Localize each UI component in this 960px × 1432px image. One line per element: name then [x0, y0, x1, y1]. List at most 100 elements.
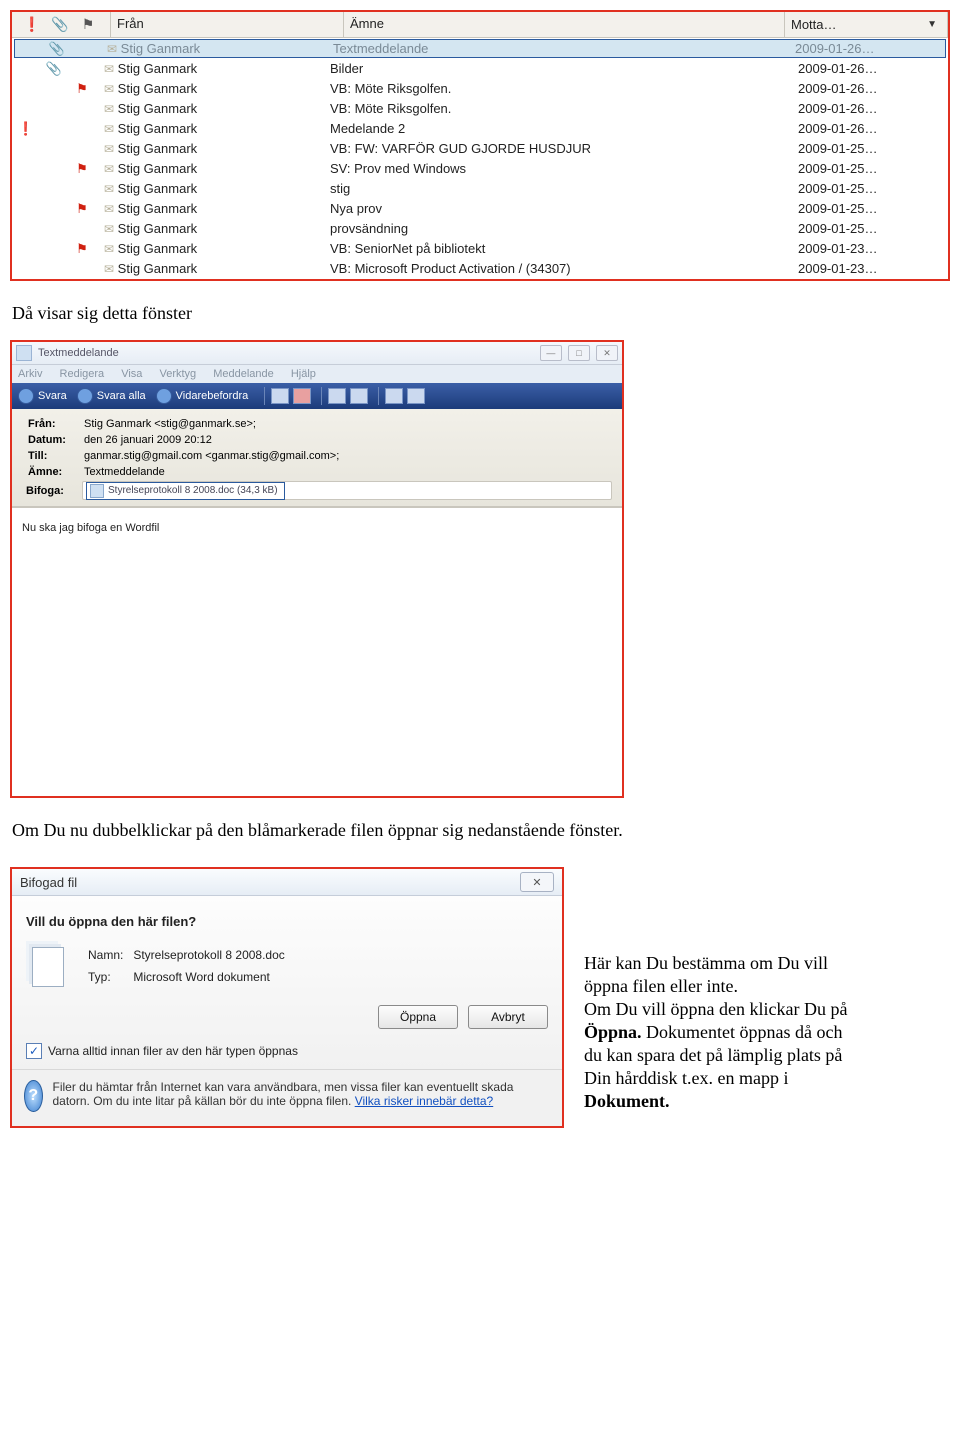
risk-link[interactable]: Vilka risker innebär detta?	[355, 1094, 494, 1108]
envelope-icon: ✉	[107, 42, 117, 56]
mail-row[interactable]: 📎 ✉ Stig GanmarkBilder2009-01-26…	[12, 59, 948, 79]
open-button[interactable]: Öppna	[378, 1005, 458, 1029]
header-icon-columns[interactable]: ❗ 📎 ⚑	[12, 12, 111, 37]
print-icon[interactable]	[271, 388, 289, 404]
envelope-icon: ✉	[104, 202, 114, 216]
row-subject: Bilder	[324, 61, 792, 76]
menu-verktyg[interactable]: Verktyg	[159, 368, 196, 380]
close-button[interactable]: ✕	[596, 345, 618, 361]
mail-row[interactable]: ✉ Stig Ganmarkprovsändning2009-01-25…	[12, 219, 948, 239]
menu-arkiv[interactable]: Arkiv	[18, 368, 42, 380]
mail-row[interactable]: ❗✉ Stig GanmarkMedelande 22009-01-26…	[12, 119, 948, 139]
forward-button[interactable]: Vidarebefordra	[156, 388, 249, 404]
message-titlebar[interactable]: Textmeddelande — □ ✕	[12, 342, 622, 365]
message-body-text: Nu ska jag bifoga en Wordfil	[22, 522, 159, 534]
caption-2: Om Du nu dubbelklickar på den blåmarkera…	[12, 820, 948, 841]
mail-row[interactable]: 📎✉ Stig GanmarkTextmeddelande2009-01-26…	[14, 39, 946, 58]
envelope-icon: ✉	[104, 162, 114, 176]
attachment-icon: 📎	[40, 61, 68, 77]
side-line-3: Om Du vill öppna den klickar Du på	[584, 999, 950, 1020]
attachment-icon	[40, 161, 68, 177]
menu-visa[interactable]: Visa	[121, 368, 142, 380]
row-from: ✉ Stig Ganmark	[98, 241, 324, 256]
row-from: ✉ Stig Ganmark	[98, 161, 324, 176]
menu-redigera[interactable]: Redigera	[60, 368, 105, 380]
side-line-6: Dokument.	[584, 1091, 950, 1112]
row-from: ✉ Stig Ganmark	[98, 261, 324, 276]
date-header-label: Motta…	[791, 17, 837, 32]
mail-row[interactable]: ⚑✉ Stig GanmarkVB: Möte Riksgolfen.2009-…	[12, 79, 948, 99]
attachment-file[interactable]: Styrelseprotokoll 8 2008.doc (34,3 kB)	[86, 482, 285, 500]
row-from: ✉ Stig Ganmark	[98, 101, 324, 116]
row-date: 2009-01-26…	[792, 61, 948, 76]
from-header[interactable]: Från	[111, 12, 344, 37]
flag-icon	[68, 61, 96, 77]
sort-dropdown-icon[interactable]: ▼	[927, 19, 937, 30]
envelope-icon: ✉	[104, 122, 114, 136]
reply-button[interactable]: Svara	[18, 388, 67, 404]
subject-header[interactable]: Ämne	[344, 12, 785, 37]
date-value: den 26 januari 2009 20:12	[80, 433, 343, 447]
attachment-icon	[40, 81, 68, 97]
row-from: ✉ Stig Ganmark	[98, 201, 324, 216]
attachment-icon: 📎	[43, 41, 71, 57]
row-date: 2009-01-26…	[789, 41, 945, 56]
mail-row[interactable]: ✉ Stig Ganmarkstig2009-01-25…	[12, 179, 948, 199]
mail-list-header: ❗ 📎 ⚑ Från Ämne Motta… ▼	[12, 12, 948, 38]
reply-all-button[interactable]: Svara alla	[77, 388, 146, 404]
menu-hjalp[interactable]: Hjälp	[291, 368, 316, 380]
row-from: ✉ Stig Ganmark	[101, 41, 327, 56]
mail-list: ❗ 📎 ⚑ Från Ämne Motta… ▼ 📎 ✉ Stig Ganmark…	[10, 10, 950, 281]
row-from: ✉ Stig Ganmark	[98, 61, 324, 76]
side-line-4: du kan spara det på lämplig plats på	[584, 1045, 950, 1066]
mail-row[interactable]: ⚑✉ Stig GanmarkVB: SeniorNet på bibliote…	[12, 239, 948, 259]
dialog-close-button[interactable]: ✕	[520, 872, 554, 892]
row-subject: VB: Microsoft Product Activation / (3430…	[324, 261, 792, 276]
importance-icon	[12, 61, 40, 77]
message-body: Nu ska jag bifoga en Wordfil	[12, 507, 622, 796]
dialog-title: Bifogad fil	[20, 875, 77, 890]
minimize-button[interactable]: —	[540, 345, 562, 361]
date-label: Datum:	[24, 433, 78, 447]
delete-icon[interactable]	[293, 388, 311, 404]
envelope-icon: ✉	[104, 182, 114, 196]
window-title: Textmeddelande	[38, 347, 119, 359]
row-subject: Nya prov	[324, 201, 792, 216]
help-icon[interactable]	[407, 388, 425, 404]
next-icon[interactable]	[350, 388, 368, 404]
attachment-icon	[40, 201, 68, 217]
row-date: 2009-01-25…	[792, 181, 948, 196]
reply-icon	[18, 388, 34, 404]
addressbook-icon[interactable]	[385, 388, 403, 404]
maximize-button[interactable]: □	[568, 345, 590, 361]
date-header[interactable]: Motta… ▼	[785, 12, 948, 37]
envelope-icon: ✉	[104, 142, 114, 156]
shield-icon: ?	[24, 1080, 43, 1112]
mail-row[interactable]: ✉ Stig GanmarkVB: Möte Riksgolfen.2009-0…	[12, 99, 948, 119]
checkbox-icon[interactable]: ✓	[26, 1043, 42, 1059]
flag-icon: ⚑	[68, 161, 96, 177]
mail-row[interactable]: ✉ Stig GanmarkVB: FW: VARFÖR GUD GJORDE …	[12, 139, 948, 159]
mail-row[interactable]: ⚑✉ Stig GanmarkNya prov2009-01-25…	[12, 199, 948, 219]
importance-icon	[15, 41, 43, 57]
dialog-titlebar[interactable]: Bifogad fil ✕	[12, 869, 562, 896]
mail-row[interactable]: ✉ Stig GanmarkVB: Microsoft Product Acti…	[12, 259, 948, 279]
row-subject: VB: FW: VARFÖR GUD GJORDE HUSDJUR	[324, 141, 792, 156]
importance-icon	[12, 201, 40, 217]
flag-icon	[68, 121, 96, 137]
warn-checkbox-row[interactable]: ✓ Varna alltid innan filer av den här ty…	[26, 1043, 548, 1059]
row-from: ✉ Stig Ganmark	[98, 141, 324, 156]
cancel-button[interactable]: Avbryt	[468, 1005, 548, 1029]
side-line-3b: Öppna. Dokumentet öppnas då och	[584, 1022, 950, 1043]
menu-meddelande[interactable]: Meddelande	[213, 368, 274, 380]
row-date: 2009-01-25…	[792, 201, 948, 216]
mail-row[interactable]: ⚑✉ Stig GanmarkSV: Prov med Windows2009-…	[12, 159, 948, 179]
importance-icon	[12, 161, 40, 177]
prev-icon[interactable]	[328, 388, 346, 404]
importance-header-icon: ❗	[18, 16, 46, 33]
importance-icon	[12, 241, 40, 257]
message-header: Från:Stig Ganmark <stig@ganmark.se>; Dat…	[12, 409, 622, 507]
attach-label: Bifoga:	[22, 484, 76, 498]
row-from: ✉ Stig Ganmark	[98, 121, 324, 136]
row-date: 2009-01-26…	[792, 121, 948, 136]
